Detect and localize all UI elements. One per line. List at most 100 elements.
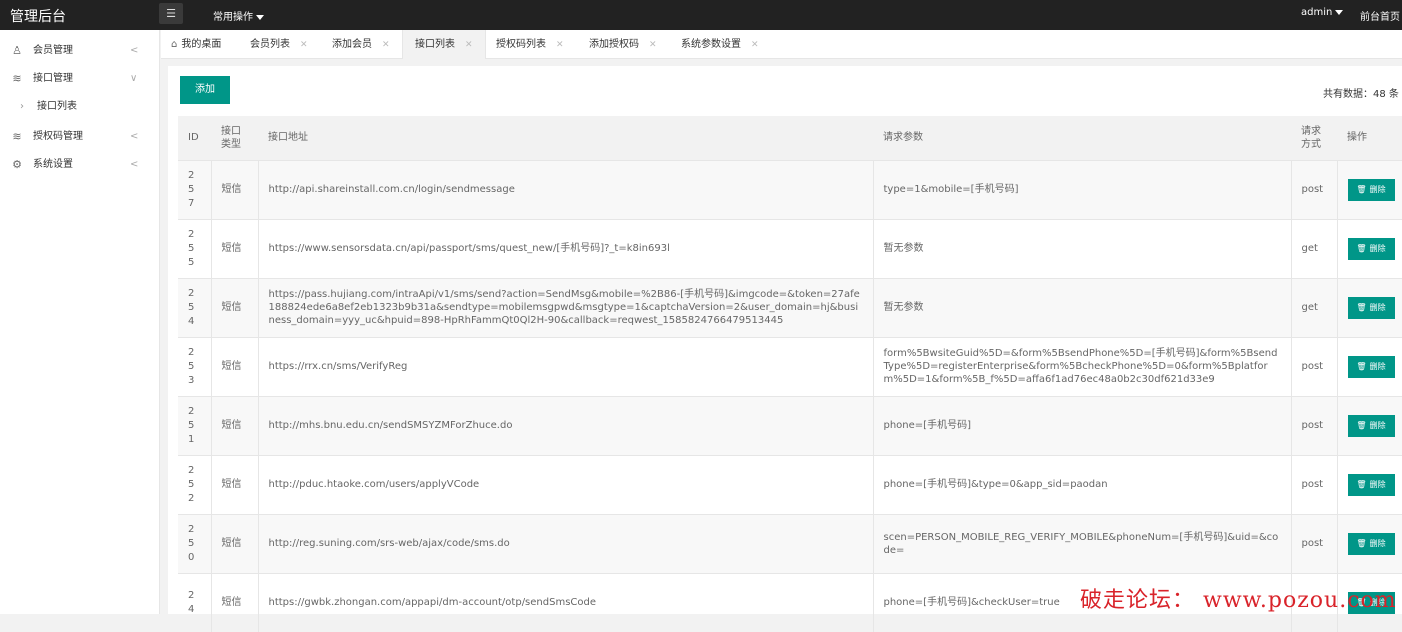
cell-type: 短信 bbox=[210, 336, 258, 396]
delete-label: 删除 bbox=[1369, 243, 1386, 253]
cell-method: post bbox=[1290, 336, 1337, 396]
cell-id: 253 bbox=[178, 336, 211, 396]
trash-icon: 🗑 bbox=[1356, 184, 1367, 194]
tab-my-desktop[interactable]: ⌂ 我的桌面 bbox=[171, 30, 221, 59]
tab-interface-list[interactable]: 接口列表 ✕ bbox=[402, 30, 486, 59]
delete-button[interactable]: 🗑 删除 bbox=[1347, 237, 1395, 260]
sidebar-item-label: 系统设置 bbox=[33, 159, 73, 170]
trash-icon: 🗑 bbox=[1356, 420, 1367, 430]
tab-label: 会员列表 bbox=[250, 39, 290, 50]
trash-icon: 🗑 bbox=[1356, 361, 1367, 371]
delete-button[interactable]: 🗑 删除 bbox=[1347, 355, 1395, 378]
col-header-actions: 操作 bbox=[1337, 116, 1402, 160]
table-row: 2 5 2 短信 http://pduc.htaoke.com/users/applyV… bbox=[178, 454, 1402, 514]
close-icon[interactable]: ✕ bbox=[465, 40, 473, 50]
tab-system-params[interactable]: 系统参数设置 ✕ bbox=[681, 30, 759, 59]
cell-id: 24 bbox=[178, 572, 211, 632]
sidebar-subitem-interface-list[interactable]: › 接口列表 bbox=[0, 95, 160, 119]
tab-auth-code-list[interactable]: 授权码列表 ✕ bbox=[496, 30, 564, 59]
gear-icon: ⚙ bbox=[12, 158, 22, 171]
cell-method: post bbox=[1290, 454, 1337, 514]
tab-label: 授权码列表 bbox=[496, 39, 546, 50]
close-icon[interactable]: ✕ bbox=[751, 40, 759, 50]
sidebar-item-label: 接口管理 bbox=[33, 73, 73, 84]
cell-params: 暂无参数 bbox=[872, 277, 1291, 337]
caret-down-icon bbox=[1335, 9, 1344, 15]
sidebar-item-settings[interactable]: ⚙ 系统设置 < bbox=[0, 152, 160, 178]
cell-type: 短信 bbox=[210, 572, 258, 632]
cell-actions: 🗑 删除 bbox=[1336, 159, 1402, 219]
tab-add-auth-code[interactable]: 添加授权码 ✕ bbox=[589, 30, 657, 59]
close-icon[interactable]: ✕ bbox=[382, 40, 390, 50]
trash-icon: 🗑 bbox=[1356, 538, 1367, 548]
col-header-type: 接口 类型 bbox=[211, 116, 258, 160]
cell-params: form%5BwsiteGuid%5D=&form%5BsendPhone%5D… bbox=[872, 336, 1291, 396]
close-icon[interactable]: ✕ bbox=[556, 40, 564, 50]
table-row: 2 5 7 短信 http://api.shareinstall.com.cn/logi… bbox=[178, 159, 1402, 219]
watermark: 破走论坛： www.pozou.com bbox=[1080, 588, 1397, 613]
delete-label: 删除 bbox=[1369, 184, 1386, 194]
cell-method: get bbox=[1290, 218, 1337, 278]
tab-add-member[interactable]: 添加会员 ✕ bbox=[332, 30, 390, 59]
tab-label: 我的桌面 bbox=[181, 39, 222, 50]
tab-member-list[interactable]: 会员列表 ✕ bbox=[250, 30, 308, 59]
cell-url: http://mhs.bnu.edu.cn/sendSMSYZMForZhuce… bbox=[257, 395, 873, 455]
close-icon[interactable]: ✕ bbox=[300, 40, 308, 50]
common-ops-dropdown[interactable]: 常用操作 bbox=[213, 8, 264, 23]
cell-url: http://pduc.htaoke.com/users/applyVCode bbox=[257, 454, 873, 514]
interface-table: ID 接口 类型 接口地址 请求参数 请求 方式 操作 2 5 7 短信 http://ap… bbox=[178, 116, 1402, 632]
list-icon: ☰ bbox=[166, 7, 176, 20]
table-row: 2 5 3 短信 https://rrx.cn/sms/VerifyReg form%5B… bbox=[178, 336, 1402, 396]
delete-button[interactable]: 🗑 删除 bbox=[1347, 473, 1395, 496]
cell-id: 257 bbox=[178, 159, 211, 219]
sidebar-item-members[interactable]: ♙ 会员管理 < bbox=[0, 38, 160, 64]
table-row: 2 5 4 短信 https://pass.hujiang.com/intraApi/v… bbox=[178, 277, 1402, 337]
sidebar: ♙ 会员管理 < ≋ 接口管理 ∨ › 接口列表 ≋ 授权码管理 < ⚙ 系统设… bbox=[0, 30, 160, 614]
table-header-row: ID 接口 类型 接口地址 请求参数 请求 方式 操作 bbox=[178, 116, 1402, 160]
home-icon: ⌂ bbox=[171, 39, 178, 50]
tab-bar: ⌂ 我的桌面 会员列表 ✕ 添加会员 ✕ 接口列表 ✕ 授权码列表 ✕ 添加授权码 ✕ 系统… bbox=[161, 30, 1402, 59]
cell-actions: 🗑 删除 bbox=[1336, 395, 1402, 455]
tab-label: 添加授权码 bbox=[589, 39, 639, 50]
cell-id: 251 bbox=[178, 395, 211, 455]
cell-params: phone=[手机号码]&type=0&app_sid=paodan bbox=[872, 454, 1291, 514]
trash-icon: 🗑 bbox=[1356, 479, 1367, 489]
cell-actions: 🗑 删除 bbox=[1336, 513, 1402, 573]
admin-label: admin bbox=[1301, 7, 1333, 18]
tab-label: 添加会员 bbox=[332, 39, 372, 50]
delete-button[interactable]: 🗑 删除 bbox=[1347, 178, 1395, 201]
cell-actions: 🗑 删除 bbox=[1336, 454, 1402, 514]
chevron-down-icon: ∨ bbox=[130, 73, 138, 84]
trash-icon: 🗑 bbox=[1356, 302, 1367, 312]
delete-label: 删除 bbox=[1369, 479, 1386, 489]
cell-params: 暂无参数 bbox=[872, 218, 1291, 278]
delete-button[interactable]: 🗑 删除 bbox=[1347, 296, 1395, 319]
delete-button[interactable]: 🗑 删除 bbox=[1347, 532, 1395, 555]
menu-toggle-button[interactable]: ☰ bbox=[159, 3, 183, 24]
col-header-method: 请求 方式 bbox=[1291, 116, 1337, 160]
tab-label: 系统参数设置 bbox=[681, 39, 741, 50]
col-header-params: 请求参数 bbox=[873, 116, 1291, 160]
cell-method: post bbox=[1290, 513, 1337, 573]
database-icon: ≋ bbox=[12, 72, 22, 85]
cell-actions: 🗑 删除 bbox=[1336, 336, 1402, 396]
top-navbar: 管理后台 ☰ 常用操作 admin 前台首页 bbox=[0, 0, 1402, 30]
cell-url: https://gwbk.zhongan.com/appapi/dm-accou… bbox=[257, 572, 873, 632]
add-button[interactable]: 添加 bbox=[180, 76, 230, 104]
tab-label: 接口列表 bbox=[415, 39, 455, 50]
admin-dropdown[interactable]: admin bbox=[1301, 7, 1344, 18]
cell-id: 254 bbox=[178, 277, 211, 337]
database-icon: ≋ bbox=[12, 130, 22, 143]
cell-url: https://www.sensorsdata.cn/api/passport/… bbox=[257, 218, 873, 278]
close-icon[interactable]: ✕ bbox=[649, 40, 657, 50]
front-home-link[interactable]: 前台首页 bbox=[1360, 8, 1400, 23]
chevron-left-icon: < bbox=[130, 159, 139, 170]
cell-type: 短信 bbox=[210, 454, 258, 514]
cell-actions: 🗑 删除 bbox=[1336, 218, 1402, 278]
cell-type: 短信 bbox=[210, 277, 258, 337]
cell-params: phone=[手机号码] bbox=[872, 395, 1291, 455]
sidebar-item-auth-codes[interactable]: ≋ 授权码管理 < bbox=[0, 124, 160, 150]
delete-button[interactable]: 🗑 删除 bbox=[1347, 414, 1395, 437]
sidebar-item-interfaces[interactable]: ≋ 接口管理 ∨ bbox=[0, 66, 160, 92]
cell-id: 255 bbox=[178, 218, 211, 278]
